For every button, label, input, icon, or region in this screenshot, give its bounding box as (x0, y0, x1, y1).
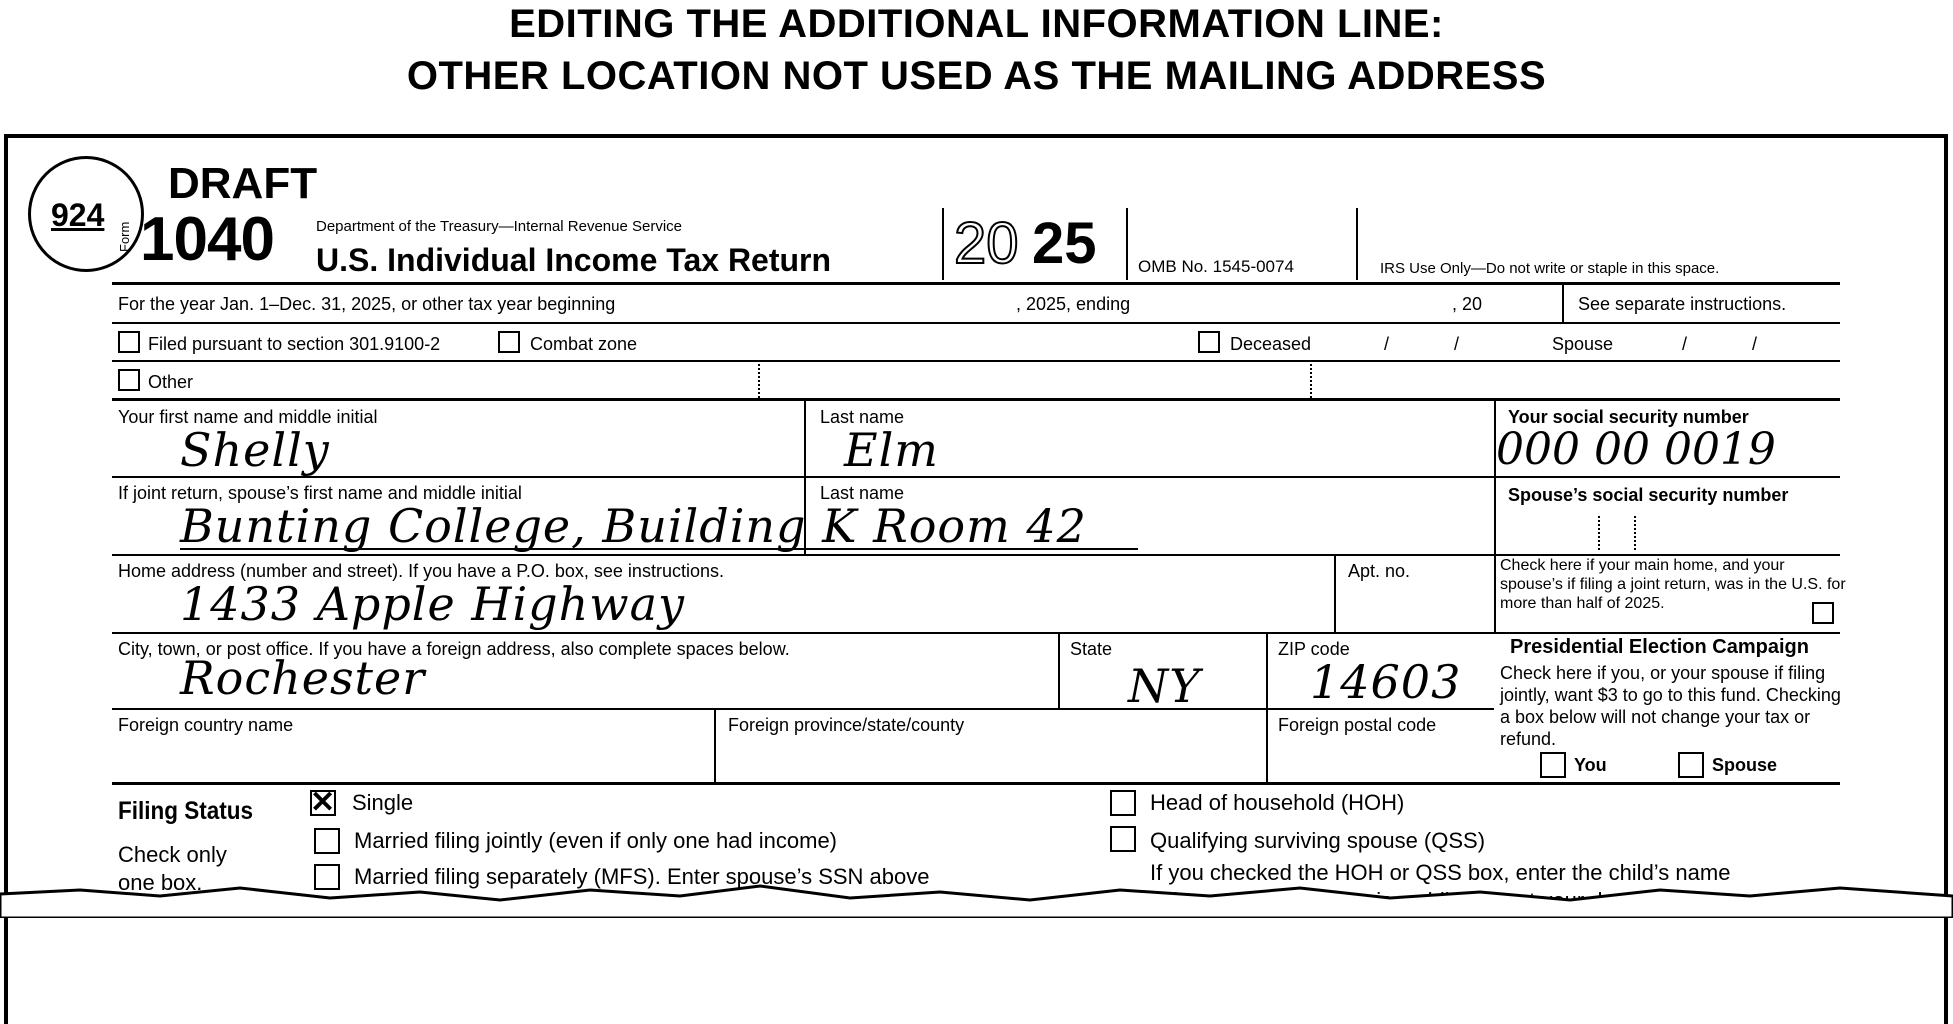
qss-checkbox[interactable] (1110, 826, 1136, 852)
foreign-country-label: Foreign country name (118, 715, 294, 735)
underline (180, 548, 1138, 550)
separator (1634, 516, 1636, 550)
see-instructions: See separate instructions. (1578, 294, 1787, 314)
separator (758, 364, 760, 398)
irs-use-only: IRS Use Only—Do not write or staple in t… (1380, 260, 1720, 277)
foreign-province-label: Foreign province/state/county (728, 715, 965, 735)
omb-number: OMB No. 1545-0074 (1138, 257, 1294, 276)
divider (1058, 634, 1060, 710)
rule (112, 782, 1840, 785)
year-outline: 20 (953, 211, 1020, 276)
spouse-ssn-label: Spouse’s social security number (1508, 485, 1789, 505)
spouse-date-slash-2: / (1752, 334, 1758, 354)
zip-field[interactable]: 14603 (1310, 656, 1461, 708)
rule (112, 398, 1840, 401)
deceased-checkbox[interactable] (1198, 331, 1220, 353)
filed-pursuant-checkbox[interactable] (118, 331, 140, 353)
mfj-checkbox[interactable] (314, 828, 340, 854)
last-name-field[interactable]: Elm (844, 424, 939, 476)
year-line-label: For the year Jan. 1–Dec. 31, 2025, or ot… (118, 294, 616, 314)
filed-pursuant-label: Filed pursuant to section 301.9100-2 (148, 334, 441, 354)
pec-title: Presidential Election Campaign (1510, 636, 1809, 658)
spouse-date-slash-1: / (1682, 334, 1688, 354)
deceased-label: Deceased (1230, 334, 1312, 354)
combat-zone-label: Combat zone (530, 334, 638, 354)
pec-spouse-checkbox[interactable] (1678, 752, 1704, 778)
single-checkmark-icon: ✕ (310, 786, 336, 819)
apt-label: Apt. no. (1348, 561, 1411, 581)
ssn-field[interactable]: 000 00 0019 (1496, 424, 1776, 476)
foreign-postal-label: Foreign postal code (1278, 715, 1437, 735)
rule (112, 632, 1840, 634)
torn-edge (0, 884, 1953, 918)
divider (942, 208, 944, 280)
main-home-text: Check here if your main home, and your s… (1500, 557, 1846, 612)
home-address-field[interactable]: 1433 Apple Highway (180, 578, 685, 630)
hoh-label: Head of household (HOH) (1150, 790, 1405, 815)
pec-you-checkbox[interactable] (1540, 752, 1566, 778)
pec-text: Check here if you, or your spouse if fil… (1500, 663, 1841, 749)
rule (112, 708, 1494, 710)
main-home-checkbox[interactable] (1812, 602, 1834, 624)
draft-label: DRAFT (168, 159, 318, 208)
rule (112, 476, 1840, 478)
combat-zone-checkbox[interactable] (498, 331, 520, 353)
form-number: 1040 (140, 205, 275, 274)
divider (1562, 284, 1564, 322)
pec-spouse-label: Spouse (1712, 755, 1778, 775)
deceased-date-slash-2: / (1454, 334, 1460, 354)
divider (1334, 556, 1336, 632)
deceased-date-slash-1: / (1384, 334, 1390, 354)
page-heading-line-1: EDITING THE ADDITIONAL INFORMATION LINE: (509, 2, 1444, 46)
form-title: U.S. Individual Income Tax Return (316, 242, 832, 278)
rule (112, 360, 1840, 362)
spouse-deceased-label: Spouse (1552, 334, 1614, 354)
page-number-seal: 924 (28, 156, 144, 272)
qss-label: Qualifying surviving spouse (QSS) (1150, 828, 1486, 853)
year-solid: 25 (1032, 211, 1097, 276)
state-field[interactable]: NY (1128, 660, 1201, 712)
divider (714, 710, 716, 784)
city-field[interactable]: Rochester (180, 652, 425, 704)
single-label: Single (352, 790, 414, 815)
year-twenty-label: , 20 (1452, 294, 1483, 314)
rule (112, 322, 1840, 324)
other-checkbox[interactable] (118, 369, 140, 391)
page-heading-line-2: OTHER LOCATION NOT USED AS THE MAILING A… (406, 54, 1547, 98)
other-label: Other (148, 372, 194, 392)
divider (1356, 208, 1358, 280)
filing-status-title: Filing Status (118, 797, 253, 825)
spouse-name-field[interactable]: Bunting College, Building K Room 42 (180, 500, 1087, 552)
pec-you-label: You (1574, 755, 1607, 775)
rule (112, 282, 1840, 285)
year-ending-label: , 2025, ending (1016, 294, 1131, 314)
state-label: State (1070, 639, 1113, 659)
mfj-label: Married filing jointly (even if only one… (354, 828, 838, 853)
first-name-field[interactable]: Shelly (180, 424, 330, 476)
hoh-qss-note: If you checked the HOH or QSS box, enter… (1150, 860, 1731, 885)
check-only-text: Check only (118, 842, 227, 867)
form-word: Form (117, 221, 132, 252)
seal-number: 924 (51, 197, 105, 233)
separator (1310, 364, 1312, 398)
agency-line: Department of the Treasury—Internal Reve… (316, 218, 683, 235)
divider (1126, 208, 1128, 280)
separator (1598, 516, 1600, 550)
hoh-checkbox[interactable] (1110, 790, 1136, 816)
